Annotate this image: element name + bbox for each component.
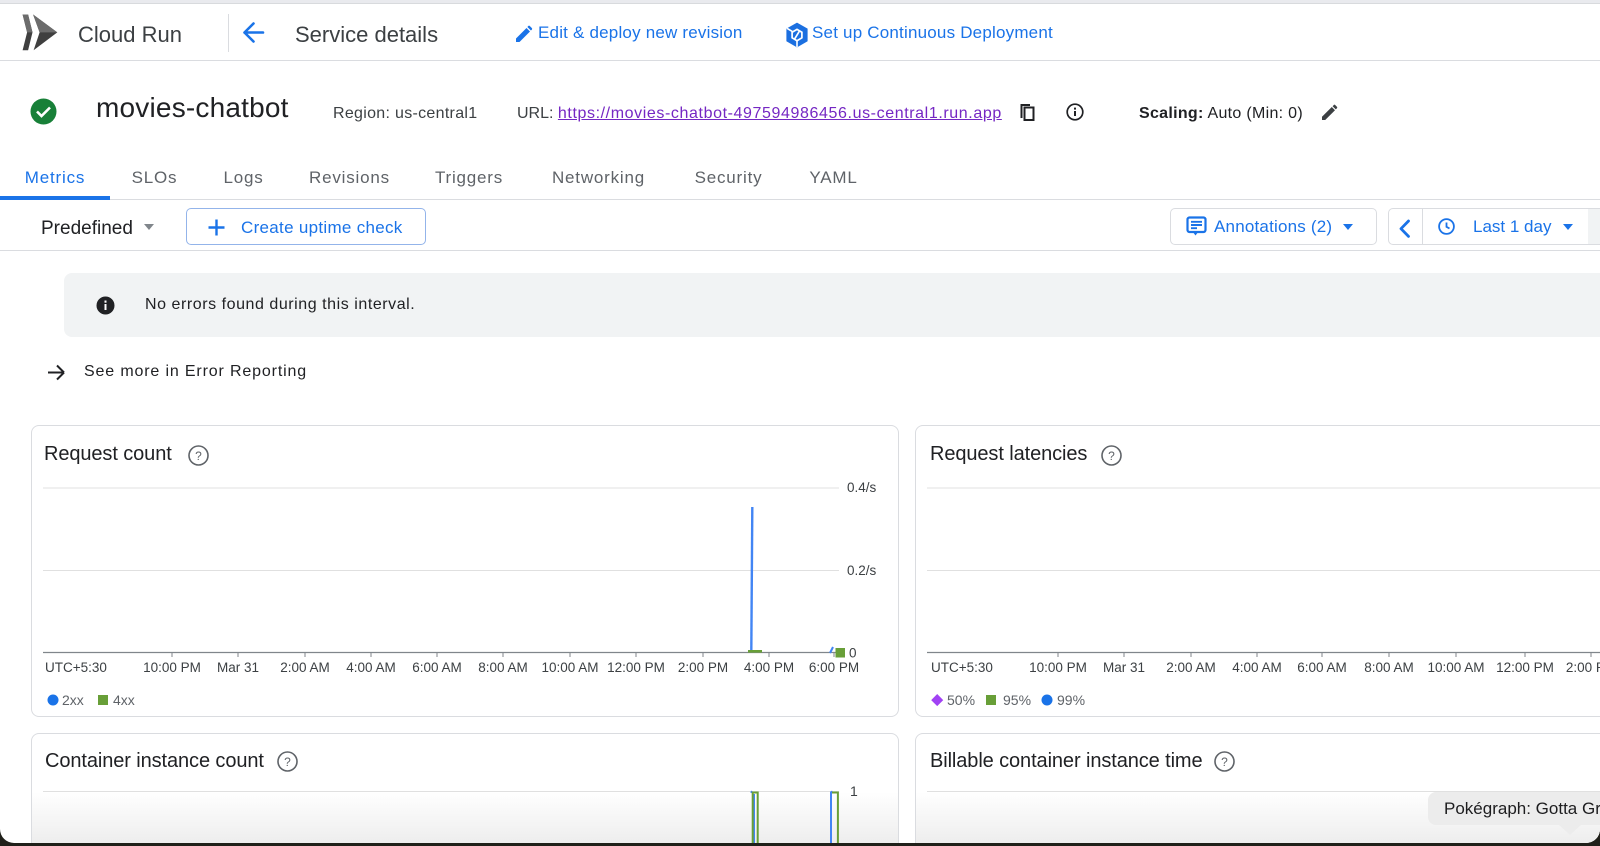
svg-text:2:00 AM: 2:00 AM [1166,660,1216,675]
svg-text:0.4/s: 0.4/s [847,480,877,495]
svg-text:8:00 AM: 8:00 AM [1364,660,1414,675]
svg-text:UTC+5:30: UTC+5:30 [45,660,107,675]
svg-text:1: 1 [850,783,858,799]
svg-text:8:00 AM: 8:00 AM [478,660,528,675]
svg-text:6:00 AM: 6:00 AM [412,660,462,675]
svg-text:4:00 PM: 4:00 PM [744,660,794,675]
svg-text:Mar 31: Mar 31 [1103,660,1145,675]
svg-text:10:00 AM: 10:00 AM [1427,660,1484,675]
svg-text:12:00 PM: 12:00 PM [1496,660,1554,675]
svg-text:2:00 PM: 2:00 PM [1566,660,1600,675]
svg-text:2:00 PM: 2:00 PM [678,660,728,675]
svg-text:12:00 PM: 12:00 PM [607,660,665,675]
svg-text:6:00 PM: 6:00 PM [809,660,859,675]
svg-text:10:00 PM: 10:00 PM [1029,660,1087,675]
svg-text:4xx: 4xx [113,692,135,708]
svg-text:Mar 31: Mar 31 [217,660,259,675]
svg-text:4:00 AM: 4:00 AM [346,660,396,675]
svg-text:10:00 PM: 10:00 PM [143,660,201,675]
svg-text:UTC+5:30: UTC+5:30 [931,660,993,675]
svg-text:4:00 AM: 4:00 AM [1232,660,1282,675]
svg-text:99%: 99% [1057,692,1085,708]
svg-text:2:00 AM: 2:00 AM [280,660,330,675]
svg-text:50%: 50% [947,692,975,708]
svg-text:2xx: 2xx [62,692,84,708]
svg-text:95%: 95% [1003,692,1031,708]
svg-text:0: 0 [849,646,857,661]
svg-text:10:00 AM: 10:00 AM [541,660,598,675]
svg-text:0.2/s: 0.2/s [847,563,877,578]
svg-text:6:00 AM: 6:00 AM [1297,660,1347,675]
